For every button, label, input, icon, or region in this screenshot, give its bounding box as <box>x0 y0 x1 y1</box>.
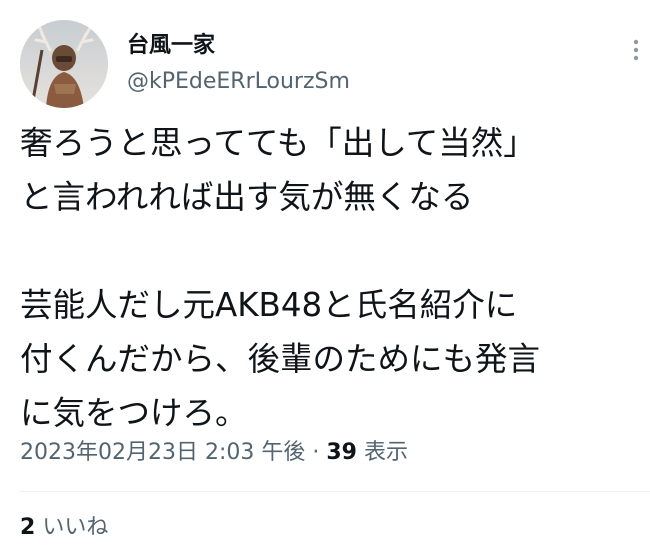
author-handle[interactable]: @kPEdeERrLourzSm <box>127 68 350 96</box>
tweet-stats[interactable]: 2 いいね <box>20 513 108 543</box>
divider <box>20 491 650 492</box>
tweet-text: 奢ろうと思ってても「出して当然」 と言われれば出す気が無くなる 芸能人だし元AK… <box>20 124 541 432</box>
meta-separator: · <box>312 440 320 465</box>
likes-count[interactable]: 2 <box>20 515 35 540</box>
likes-label[interactable]: いいね <box>42 515 108 540</box>
avatar-image <box>20 20 108 108</box>
views-label: 表示 <box>364 440 409 465</box>
author-display-name[interactable]: 台風一家 <box>127 32 215 60</box>
tweet: 台風一家 @kPEdeERrLourzSm 奢ろうと思ってても「出して当然」 と… <box>0 0 650 560</box>
avatar[interactable] <box>20 20 108 108</box>
tweet-meta: 2023年02月23日 2:03 午後 · 39 表示 <box>20 438 408 468</box>
more-vertical-icon[interactable] <box>626 36 646 64</box>
tweet-timestamp[interactable]: 2023年02月23日 2:03 午後 <box>20 440 305 465</box>
views-count[interactable]: 39 <box>326 440 357 465</box>
